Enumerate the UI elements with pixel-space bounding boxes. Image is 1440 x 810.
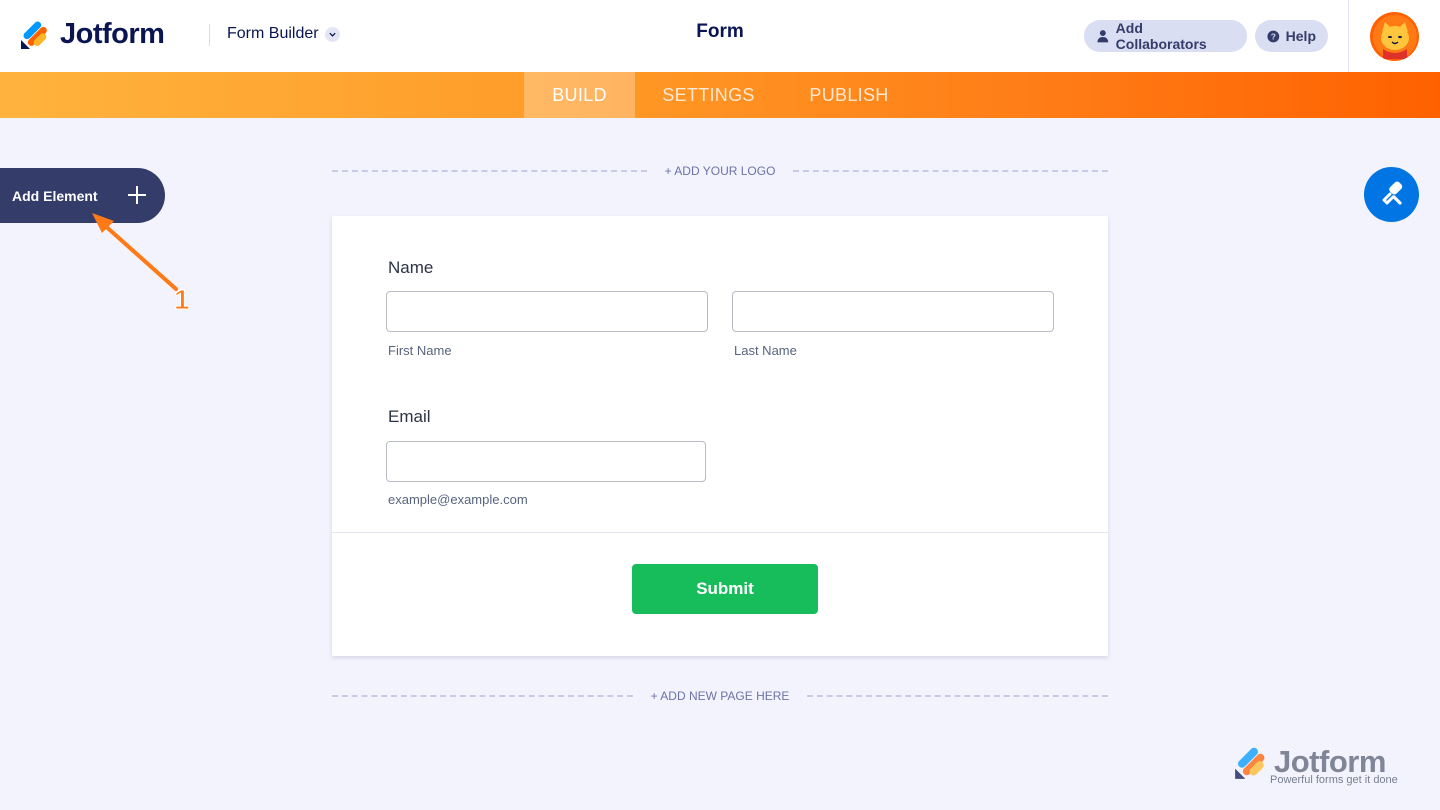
email-sublabel: example@example.com — [388, 492, 528, 507]
paint-roller-icon — [1382, 180, 1402, 205]
header-separator — [1348, 0, 1349, 72]
jotform-logo[interactable]: Jotform — [20, 18, 165, 51]
dashed-divider — [332, 695, 633, 697]
plus-icon — [128, 186, 146, 204]
add-element-label: Add Element — [12, 187, 98, 204]
help-button[interactable]: ? Help — [1255, 20, 1328, 52]
help-label: Help — [1285, 28, 1316, 44]
add-new-page-link[interactable]: + ADD NEW PAGE HERE — [633, 689, 808, 703]
top-header: Jotform Form Builder Form Add Collaborat… — [0, 0, 1440, 72]
annotation-number: 1 — [174, 284, 191, 316]
form-card: Name First Name Last Name Email example@… — [332, 216, 1108, 656]
tab-build[interactable]: BUILD — [524, 72, 635, 118]
jotform-logo-icon — [21, 21, 47, 49]
dashed-divider — [793, 170, 1108, 172]
brand-name: Jotform — [60, 18, 165, 50]
avatar-cat-icon — [1372, 14, 1417, 59]
add-logo-row: + ADD YOUR LOGO — [332, 161, 1108, 181]
first-name-sublabel: First Name — [388, 343, 452, 358]
chevron-down-icon — [324, 26, 340, 42]
card-divider — [332, 532, 1108, 533]
form-builder-label: Form Builder — [227, 25, 319, 42]
add-collaborators-label: Add Collaborators — [1115, 20, 1207, 52]
watermark-logo-icon — [1235, 747, 1265, 779]
dashed-divider — [332, 170, 647, 172]
last-name-sublabel: Last Name — [734, 343, 797, 358]
avatar[interactable] — [1370, 12, 1419, 61]
email-input[interactable] — [386, 441, 706, 482]
email-field-label: Email — [388, 407, 431, 426]
first-name-input[interactable] — [386, 291, 708, 332]
last-name-input[interactable] — [732, 291, 1054, 332]
tab-settings[interactable]: SETTINGS — [647, 72, 770, 118]
dashed-divider — [807, 695, 1108, 697]
question-icon: ? — [1267, 30, 1280, 42]
add-collaborators-button[interactable]: Add Collaborators — [1084, 20, 1247, 52]
add-page-row: + ADD NEW PAGE HERE — [332, 686, 1108, 706]
form-builder-menu[interactable]: Form Builder — [227, 25, 340, 43]
user-icon — [1097, 30, 1109, 43]
name-field-label: Name — [388, 258, 434, 277]
form-designer-button[interactable] — [1364, 167, 1419, 222]
annotation-arrow — [92, 213, 178, 291]
add-logo-link[interactable]: + ADD YOUR LOGO — [647, 164, 794, 178]
svg-text:?: ? — [1271, 31, 1276, 41]
jotform-watermark: Jotform Powerful forms get it done — [1234, 744, 1414, 790]
header-divider — [209, 24, 210, 46]
watermark-tagline: Powerful forms get it done — [1270, 774, 1398, 786]
builder-tabs-bar: BUILD SETTINGS PUBLISH — [0, 72, 1440, 118]
submit-button[interactable]: Submit — [632, 564, 818, 614]
tab-publish[interactable]: PUBLISH — [795, 72, 903, 118]
